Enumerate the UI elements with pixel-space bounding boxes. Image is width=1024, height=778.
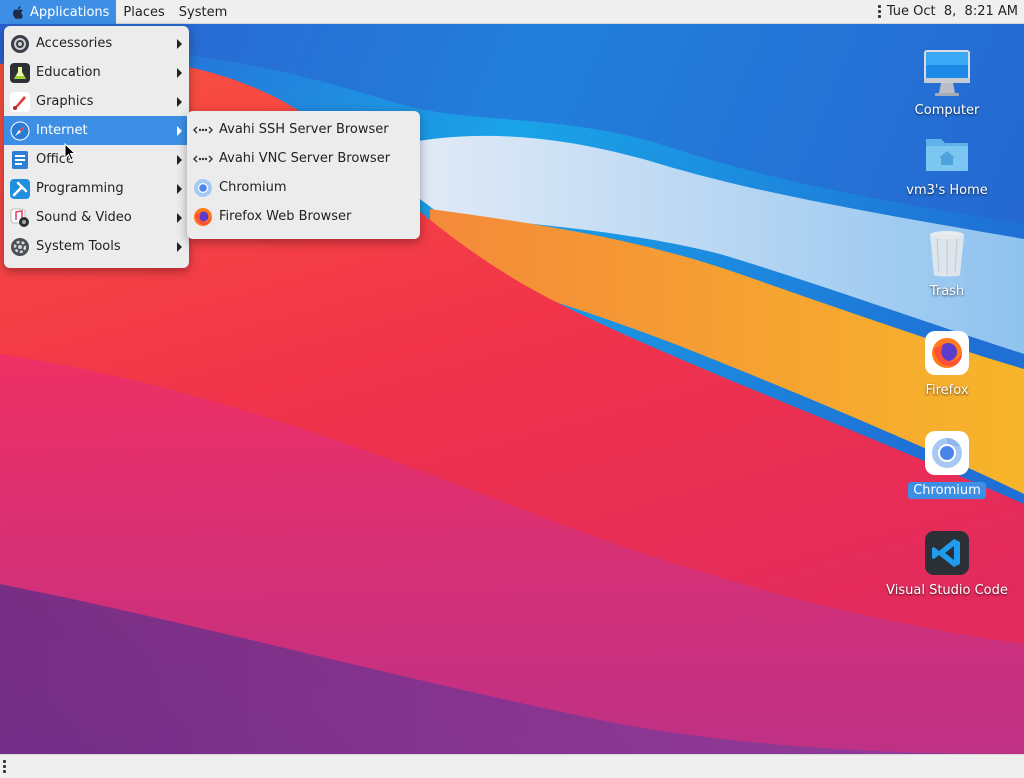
vscode-icon bbox=[919, 525, 975, 581]
menu-item-sound-video[interactable]: Sound & Video bbox=[4, 203, 189, 232]
firefox-icon bbox=[193, 207, 213, 227]
graphics-icon bbox=[10, 91, 30, 112]
submenu-arrow-icon bbox=[177, 39, 182, 49]
desktop-icon-home[interactable]: vm3's Home bbox=[882, 125, 1012, 199]
desktop-icon-chromium[interactable]: Chromium bbox=[882, 425, 1012, 499]
panel-handle-icon[interactable] bbox=[0, 755, 1024, 777]
education-icon bbox=[10, 62, 30, 83]
firefox-icon bbox=[919, 325, 975, 381]
home-folder-icon bbox=[919, 125, 975, 181]
desktop-icon-label: Visual Studio Code bbox=[886, 583, 1008, 598]
accessories-icon bbox=[10, 34, 30, 54]
submenu-arrow-icon bbox=[177, 242, 182, 252]
menu-item-chromium[interactable]: Chromium bbox=[187, 173, 420, 202]
menu-item-accessories[interactable]: Accessories bbox=[4, 29, 189, 58]
menu-item-label: Internet bbox=[36, 123, 88, 138]
sound-video-icon bbox=[10, 208, 30, 228]
menu-item-firefox[interactable]: Firefox Web Browser bbox=[187, 202, 420, 231]
menu-item-label: Avahi VNC Server Browser bbox=[219, 151, 391, 166]
menu-item-system-tools[interactable]: System Tools bbox=[4, 232, 189, 261]
submenu-arrow-icon bbox=[177, 68, 182, 78]
desktop-icon-computer[interactable]: Computer bbox=[882, 45, 1012, 119]
top-panel: Applications Places System Tue Oct 8, 8:… bbox=[0, 0, 1024, 24]
menu-item-internet[interactable]: Internet bbox=[4, 116, 189, 145]
menu-item-label: Chromium bbox=[219, 180, 287, 195]
submenu-arrow-icon bbox=[177, 126, 182, 136]
menu-item-label: Education bbox=[36, 65, 101, 80]
menu-item-label: Graphics bbox=[36, 94, 94, 109]
trash-icon bbox=[919, 226, 975, 282]
chromium-icon bbox=[919, 425, 975, 481]
menu-item-label: Firefox Web Browser bbox=[219, 209, 352, 224]
submenu-arrow-icon bbox=[177, 213, 182, 223]
submenu-arrow-icon bbox=[177, 97, 182, 107]
menu-item-graphics[interactable]: Graphics bbox=[4, 87, 189, 116]
programming-icon bbox=[10, 178, 30, 199]
menu-item-label: System Tools bbox=[36, 239, 121, 254]
panel-clock[interactable]: Tue Oct 8, 8:21 AM bbox=[887, 0, 1024, 23]
internet-submenu: Avahi SSH Server Browser Avahi VNC Serve… bbox=[187, 111, 420, 239]
menu-item-label: Avahi SSH Server Browser bbox=[219, 122, 389, 137]
panel-spacer bbox=[234, 0, 872, 23]
applications-menu: Accessories Education Graphics Internet … bbox=[4, 26, 189, 268]
desktop-icon-label: vm3's Home bbox=[906, 183, 988, 198]
desktop-icon-label: Trash bbox=[929, 284, 965, 299]
computer-icon bbox=[919, 45, 975, 101]
menu-item-avahi-vnc[interactable]: Avahi VNC Server Browser bbox=[187, 144, 420, 173]
apple-logo-icon bbox=[13, 5, 24, 19]
menu-item-education[interactable]: Education bbox=[4, 58, 189, 87]
desktop-icon-firefox[interactable]: Firefox bbox=[882, 325, 1012, 399]
network-dots-icon bbox=[193, 149, 213, 169]
menu-item-avahi-ssh[interactable]: Avahi SSH Server Browser bbox=[187, 115, 420, 144]
menu-item-label: Programming bbox=[36, 181, 124, 196]
places-menu-button[interactable]: Places bbox=[116, 0, 171, 24]
menu-item-label: Accessories bbox=[36, 36, 113, 51]
desktop-icon-label: Computer bbox=[914, 103, 980, 118]
network-dots-icon bbox=[193, 120, 213, 140]
mouse-cursor-icon bbox=[64, 143, 76, 161]
bottom-panel bbox=[0, 754, 1024, 778]
system-label: System bbox=[178, 4, 228, 20]
desktop-icon-vscode[interactable]: Visual Studio Code bbox=[882, 525, 1012, 599]
desktop-icon-label: Chromium bbox=[908, 482, 986, 499]
menu-item-label: Sound & Video bbox=[36, 210, 132, 225]
applications-label: Applications bbox=[30, 4, 110, 20]
menu-item-programming[interactable]: Programming bbox=[4, 174, 189, 203]
panel-handle-icon[interactable] bbox=[872, 0, 887, 23]
desktop-icon-trash[interactable]: Trash bbox=[882, 226, 1012, 300]
submenu-arrow-icon bbox=[177, 155, 182, 165]
system-menu-button[interactable]: System bbox=[172, 0, 234, 24]
submenu-arrow-icon bbox=[177, 184, 182, 194]
chromium-icon bbox=[193, 178, 213, 198]
places-label: Places bbox=[123, 4, 165, 20]
desktop-icon-label: Firefox bbox=[925, 383, 969, 398]
menu-item-office[interactable]: Office bbox=[4, 145, 189, 174]
office-icon bbox=[10, 150, 30, 170]
internet-icon bbox=[10, 121, 30, 141]
applications-menu-button[interactable]: Applications bbox=[0, 0, 117, 24]
system-tools-icon bbox=[10, 237, 30, 257]
